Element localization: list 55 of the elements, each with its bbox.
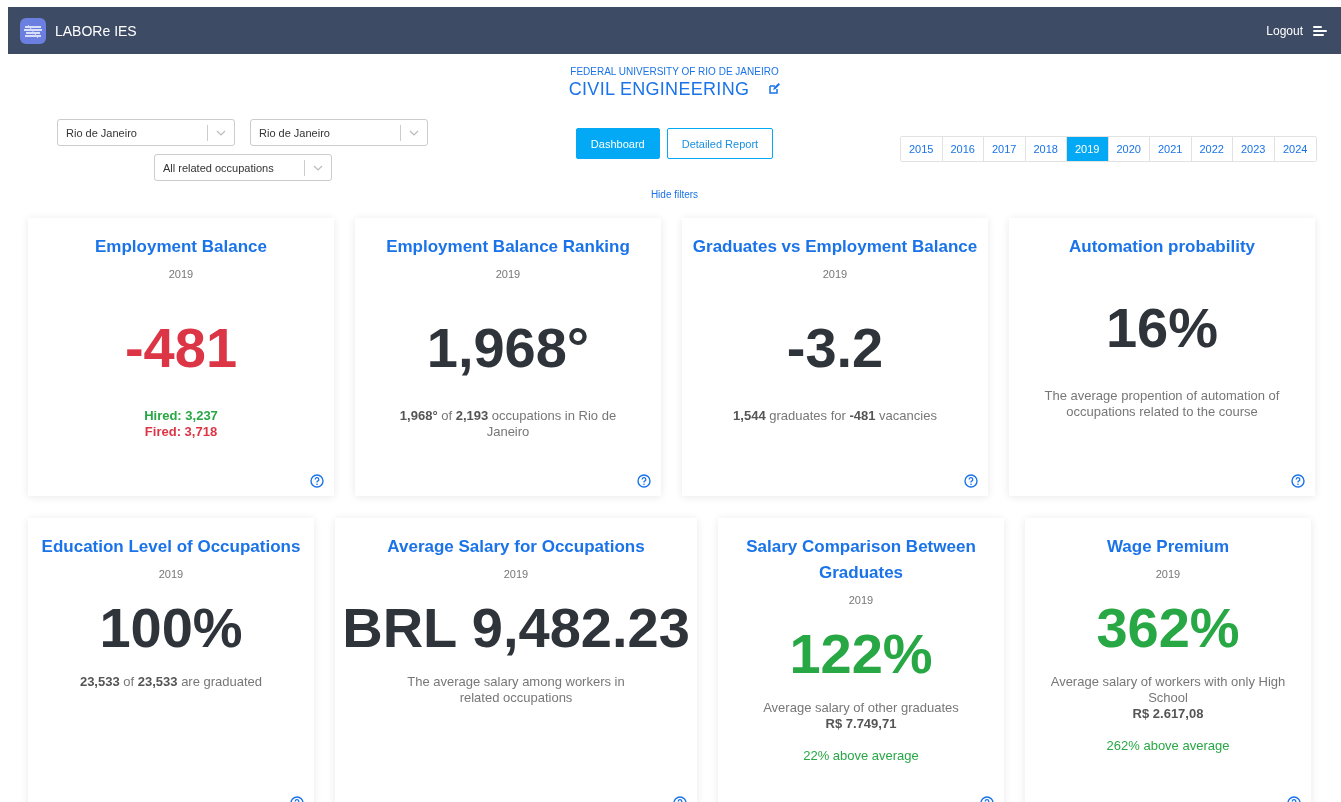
card-title: Graduates vs Employment Balance (692, 236, 978, 258)
metric-value: 122% (789, 622, 933, 686)
year-tab[interactable]: 2015 (901, 137, 943, 161)
metric-detail: 1,544 graduates for -481 vacancies (733, 408, 937, 424)
metric-detail: 23,533 of 23,533 are graduated (79, 674, 263, 690)
card-year: 2019 (168, 268, 194, 280)
select-field[interactable]: Rio de Janeiro (57, 119, 235, 146)
card-title: Education Level of Occupations (41, 536, 301, 558)
university-name: FEDERAL UNIVERSITY OF RIO DE JANEIRO (570, 66, 779, 77)
metric-detail: Average salary of other graduates (763, 700, 959, 716)
logo-icon (20, 17, 46, 44)
metric-detail: The average propention of automation of occupations related to the course (1043, 388, 1281, 420)
comparison-note: 262% above average (1106, 738, 1230, 753)
metric-detail: Fired: 3,718 (144, 424, 218, 440)
metric-value: BRL 9,482.23 (342, 596, 690, 660)
metric-detail: 1,968° of 2,193 occupations in Rio de Janeiro (398, 408, 618, 440)
metric-value: 16% (1105, 296, 1219, 360)
help-icon[interactable] (637, 474, 651, 488)
brand-name: LABORe IES (55, 22, 137, 39)
card-year: 2019 (503, 568, 529, 580)
menu-icon[interactable] (1313, 24, 1327, 37)
metric-value: 100% (99, 596, 243, 660)
card-title: Average Salary for Occupations (387, 536, 645, 558)
metric-value: 362% (1096, 596, 1240, 660)
year-tab[interactable]: 2019 (1067, 137, 1109, 161)
card-title: Employment Balance Ranking (386, 236, 630, 258)
view-tab[interactable]: Dashboard (575, 128, 660, 159)
card-year: 2019 (848, 594, 874, 606)
metric-value: -481 (124, 316, 238, 380)
course-name: CIVIL ENGINEERING (568, 79, 750, 100)
card-year: 2019 (1155, 568, 1181, 580)
metric-detail: Average salary of workers with only High School (1049, 674, 1287, 706)
logout-link[interactable]: Logout (1266, 23, 1303, 38)
card-year: 2019 (495, 268, 521, 280)
hide-filters-link[interactable]: Hide filters (650, 189, 699, 200)
card-title: Salary Comparison Between Graduates (745, 536, 977, 584)
card-title: Employment Balance (95, 236, 267, 258)
card-year: 2019 (822, 268, 848, 280)
help-icon[interactable] (964, 474, 978, 488)
edit-icon[interactable] (769, 83, 781, 94)
card-title: Wage Premium (1106, 536, 1230, 558)
help-icon[interactable] (310, 474, 324, 488)
select-field[interactable]: All related occupations (154, 154, 332, 181)
metric-detail: The average salary among workers in related occupations (406, 674, 626, 706)
card-year: 2019 (158, 568, 184, 580)
metric-detail: R$ 2.617,08 (1132, 706, 1204, 722)
view-tab[interactable]: Detailed Report (666, 128, 774, 159)
select-field[interactable]: Rio de Janeiro (250, 119, 428, 146)
metric-detail: R$ 7.749,71 (825, 716, 897, 732)
metric-value: 1,968° (426, 316, 590, 380)
help-icon[interactable] (1291, 474, 1305, 488)
card-title: Automation probability (1068, 236, 1255, 258)
comparison-note: 22% above average (803, 748, 919, 763)
metric-value: -3.2 (786, 316, 884, 380)
metric-detail: Hired: 3,237 (144, 408, 218, 424)
